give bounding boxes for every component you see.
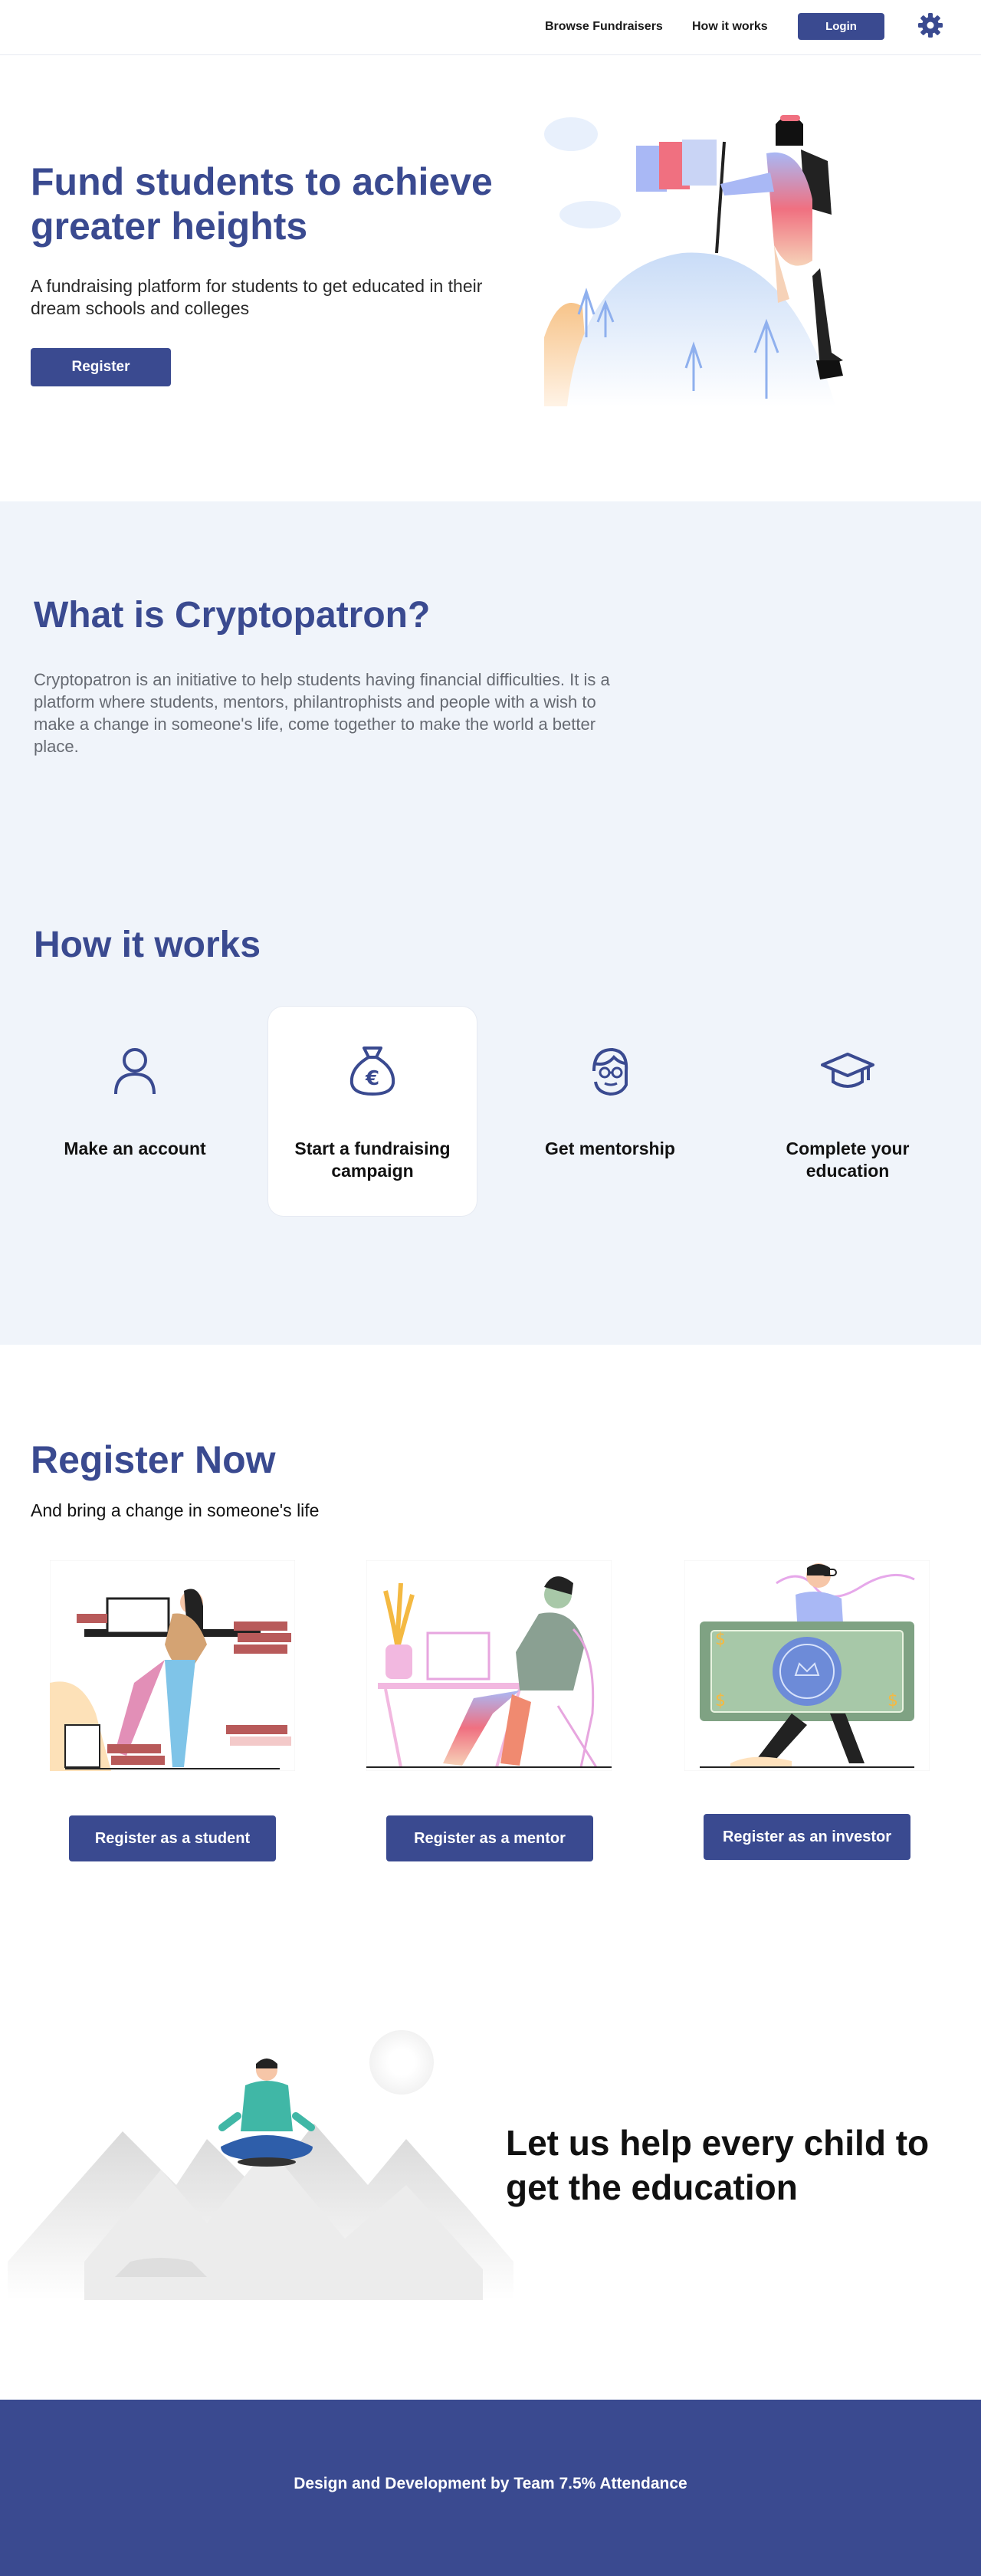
step-fundraising-campaign[interactable]: € Start a fundraising campaign — [268, 1007, 477, 1216]
svg-text:$: $ — [715, 1691, 726, 1710]
gear-icon[interactable] — [917, 12, 944, 39]
register-student-button[interactable]: Register as a student — [69, 1815, 276, 1861]
investor-illustration: $ $ $ — [684, 1560, 930, 1771]
mentor-illustration — [366, 1560, 612, 1771]
hero-climber-illustration — [544, 115, 843, 406]
how-it-works-title: How it works — [34, 925, 261, 965]
svg-text:$: $ — [887, 1691, 898, 1710]
hero-subtitle: A fundraising platform for students to g… — [31, 276, 483, 318]
footer: Design and Development by Team 7.5% Atte… — [0, 2400, 981, 2576]
hero-title: Fund students to achieve greater heights — [31, 160, 493, 248]
cta-heading: Let us help every child to get the educa… — [506, 2123, 930, 2207]
graduation-cap-icon — [821, 1053, 874, 1088]
svg-text:$: $ — [715, 1630, 726, 1649]
nav-how-it-works[interactable]: How it works — [692, 20, 768, 34]
meditation-illustration — [8, 2030, 513, 2300]
register-mentor-button[interactable]: Register as a mentor — [386, 1815, 593, 1861]
money-bag-euro-icon: € — [349, 1046, 395, 1096]
about-title: What is Cryptopatron? — [34, 595, 431, 636]
student-illustration — [50, 1560, 295, 1771]
login-button[interactable]: Login — [798, 13, 884, 40]
register-investor-button[interactable]: Register as an investor — [704, 1814, 910, 1860]
register-subtitle: And bring a change in someone's life — [31, 1500, 320, 1520]
hero-register-button[interactable]: Register — [31, 348, 171, 386]
step-label: Get mentorship — [545, 1138, 675, 1158]
step-get-mentorship[interactable]: Get mentorship — [506, 1007, 714, 1216]
step-make-account[interactable]: Make an account — [31, 1007, 239, 1216]
step-complete-education[interactable]: Complete your education — [743, 1007, 952, 1216]
step-label: Make an account — [64, 1138, 206, 1158]
step-label: Start a fundraising campaign — [294, 1138, 451, 1181]
user-icon — [114, 1048, 156, 1095]
step-label: Complete your education — [786, 1138, 910, 1181]
footer-credit: Design and Development by Team 7.5% Atte… — [294, 2475, 687, 2492]
about-text: Cryptopatron is an initiative to help st… — [34, 670, 610, 756]
nav-browse-fundraisers[interactable]: Browse Fundraisers — [545, 20, 663, 34]
svg-text:€: € — [365, 1067, 379, 1090]
mentor-icon — [592, 1047, 628, 1096]
register-title: Register Now — [31, 1438, 276, 1481]
navbar: Browse Fundraisers How it works Login — [0, 0, 981, 55]
